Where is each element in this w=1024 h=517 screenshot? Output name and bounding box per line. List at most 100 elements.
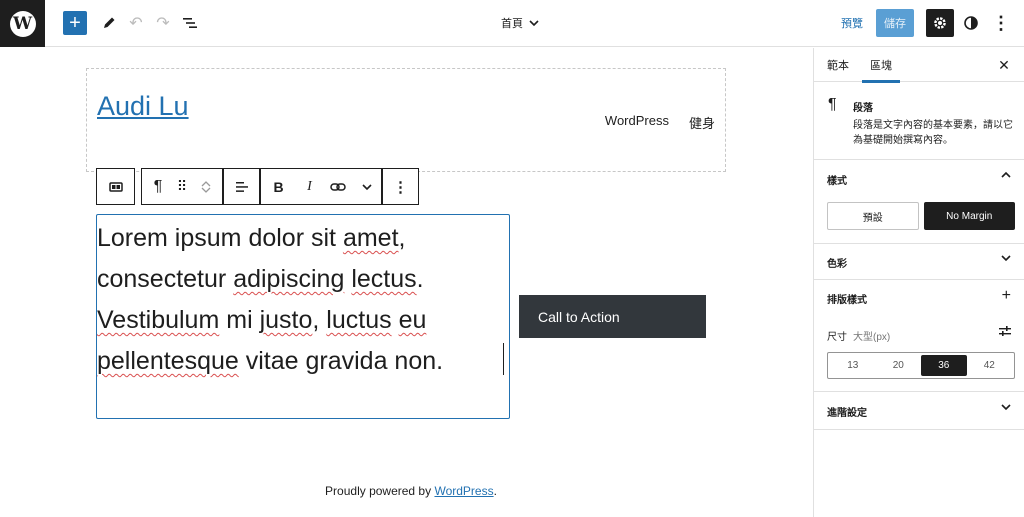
- block-type-button[interactable]: ¶: [142, 169, 174, 204]
- paragraph-text[interactable]: Lorem ipsum dolor sit amet, consectetur a…: [97, 218, 509, 382]
- custom-size-toggle-icon[interactable]: [998, 325, 1012, 337]
- columns-icon: [108, 181, 123, 192]
- undo-button[interactable]: ↶: [124, 11, 148, 35]
- editor-top-bar: W + ↶ ↷ 首頁 預覽 儲存 ⋮: [0, 0, 1024, 47]
- styles-button[interactable]: [960, 11, 982, 35]
- preview-button[interactable]: 預覽: [836, 13, 868, 33]
- text-segment: [392, 306, 399, 334]
- options-button[interactable]: ⋮: [990, 11, 1012, 35]
- undo-icon: ↶: [129, 15, 143, 32]
- misspelled-word: Vestibulum: [97, 306, 220, 334]
- text-caret: [503, 343, 504, 375]
- font-size-picker: 13 20 36 42: [827, 352, 1015, 379]
- typography-panel-header: 排版樣式 +: [814, 280, 1024, 316]
- block-description: 段落是文字內容的基本要素，請以它為基礎開始撰寫內容。: [853, 120, 1013, 146]
- block-card: ¶ 段落 段落是文字內容的基本要素，請以它為基礎開始撰寫內容。: [814, 83, 1024, 160]
- style-option-no-margin-label: No Margin: [946, 210, 993, 222]
- block-name: 段落: [853, 103, 873, 114]
- block-style-options: 預設 No Margin: [827, 202, 1015, 230]
- misspelled-word: justo: [259, 306, 313, 334]
- font-size-option[interactable]: 20: [876, 355, 922, 376]
- chevron-down-icon: [529, 20, 539, 27]
- footer-prefix: Proudly powered by: [325, 484, 435, 498]
- advanced-panel-header[interactable]: 進階設定: [814, 393, 1024, 429]
- wordpress-logo-icon: W: [9, 10, 36, 37]
- block-switcher-group: ¶ ⠿: [141, 168, 223, 205]
- sidebar-tabs: 範本 區塊 ✕: [814, 48, 1024, 83]
- style-option-default[interactable]: 預設: [827, 202, 919, 230]
- list-view-icon: [183, 18, 197, 28]
- font-size-option-selected[interactable]: 36: [921, 355, 967, 376]
- more-vertical-icon: ⋮: [992, 12, 1010, 33]
- align-left-icon: [235, 181, 248, 192]
- tab-block[interactable]: 區塊: [862, 48, 900, 83]
- paragraph-block[interactable]: Lorem ipsum dolor sit amet, consectetur a…: [96, 214, 510, 419]
- divider: [814, 429, 1024, 430]
- font-size-option[interactable]: 42: [967, 355, 1013, 376]
- misspelled-word: amet: [342, 224, 399, 252]
- chevron-down-icon[interactable]: [201, 187, 211, 194]
- bold-icon: B: [273, 178, 284, 195]
- paragraph-line: Vestibulum mi justo, luctus eu: [97, 300, 509, 341]
- select-parent-button[interactable]: [97, 169, 134, 204]
- navigation: WordPress 健身: [605, 113, 715, 132]
- styles-panel-header[interactable]: 樣式: [814, 161, 1024, 197]
- tab-template[interactable]: 範本: [827, 48, 849, 82]
- paragraph-line: pellentesque vitae gravida non.: [97, 341, 509, 382]
- settings-button[interactable]: [926, 9, 954, 37]
- close-sidebar-button[interactable]: ✕: [995, 56, 1013, 74]
- italic-button[interactable]: I: [296, 169, 323, 204]
- move-block-buttons[interactable]: [190, 169, 222, 204]
- footer-wordpress-link[interactable]: WordPress: [434, 484, 493, 498]
- typography-panel-title: 排版樣式: [827, 294, 867, 306]
- save-button[interactable]: 儲存: [876, 9, 914, 37]
- styles-panel-title: 樣式: [827, 175, 847, 187]
- block-toolbar: ¶ ⠿ B I ⋮: [96, 168, 419, 205]
- misspelled-word: adipiscing: [233, 265, 345, 293]
- wordpress-logo-button[interactable]: W: [0, 0, 45, 47]
- paragraph-line: consectetur adipiscing lectus.: [97, 259, 509, 300]
- chevron-up-icon[interactable]: [201, 180, 211, 187]
- misspelled-word: luctus: [326, 306, 392, 334]
- nav-item-wordpress[interactable]: WordPress: [605, 113, 669, 132]
- half-circle-icon: [964, 16, 978, 30]
- italic-icon: I: [307, 178, 312, 194]
- more-rich-text-button[interactable]: [353, 169, 381, 204]
- chevron-down-icon: [362, 183, 372, 190]
- text-segment: ,: [312, 306, 327, 334]
- site-title[interactable]: Audi Lu: [97, 91, 189, 122]
- align-group: [223, 168, 260, 205]
- nav-item-fitness[interactable]: 健身: [689, 113, 715, 132]
- header-template-part[interactable]: Audi Lu WordPress 健身: [86, 68, 726, 172]
- bold-button[interactable]: B: [260, 169, 296, 204]
- document-title-dropdown[interactable]: 首頁: [480, 14, 560, 32]
- redo-icon: ↷: [156, 15, 170, 32]
- drag-handle[interactable]: ⠿: [174, 169, 190, 204]
- redo-button[interactable]: ↷: [151, 11, 175, 35]
- plus-icon[interactable]: +: [1002, 287, 1011, 305]
- paragraph-line: Lorem ipsum dolor sit amet,: [97, 218, 509, 259]
- settings-sidebar: 範本 區塊 ✕ ¶ 段落 段落是文字內容的基本要素，請以它為基礎開始撰寫內容。 …: [813, 48, 1024, 517]
- call-to-action-button[interactable]: Call to Action: [519, 295, 706, 338]
- color-panel-title: 色彩: [827, 258, 847, 270]
- footer-suffix: .: [493, 484, 497, 498]
- link-button[interactable]: [323, 169, 353, 204]
- gear-icon: [934, 17, 946, 29]
- drag-handle-icon: ⠿: [176, 178, 188, 194]
- font-size-title: 尺寸: [827, 332, 847, 343]
- align-text-button[interactable]: [223, 169, 259, 204]
- font-size-option[interactable]: 13: [830, 355, 876, 376]
- tools-button[interactable]: [97, 11, 121, 35]
- close-icon: ✕: [998, 56, 1010, 73]
- color-panel-header[interactable]: 色彩: [814, 244, 1024, 280]
- tab-block-label: 區塊: [870, 60, 892, 72]
- misspelled-word: lectus: [351, 265, 417, 293]
- paragraph-icon: ¶: [828, 96, 837, 113]
- format-group: B I: [260, 168, 382, 205]
- block-options-button[interactable]: ⋮: [382, 169, 418, 204]
- text-segment: vitae gravida non.: [238, 347, 444, 375]
- text-segment: ,: [398, 224, 406, 252]
- style-option-no-margin[interactable]: No Margin: [923, 202, 1015, 230]
- add-block-button[interactable]: +: [63, 11, 87, 35]
- list-view-button[interactable]: [178, 11, 202, 35]
